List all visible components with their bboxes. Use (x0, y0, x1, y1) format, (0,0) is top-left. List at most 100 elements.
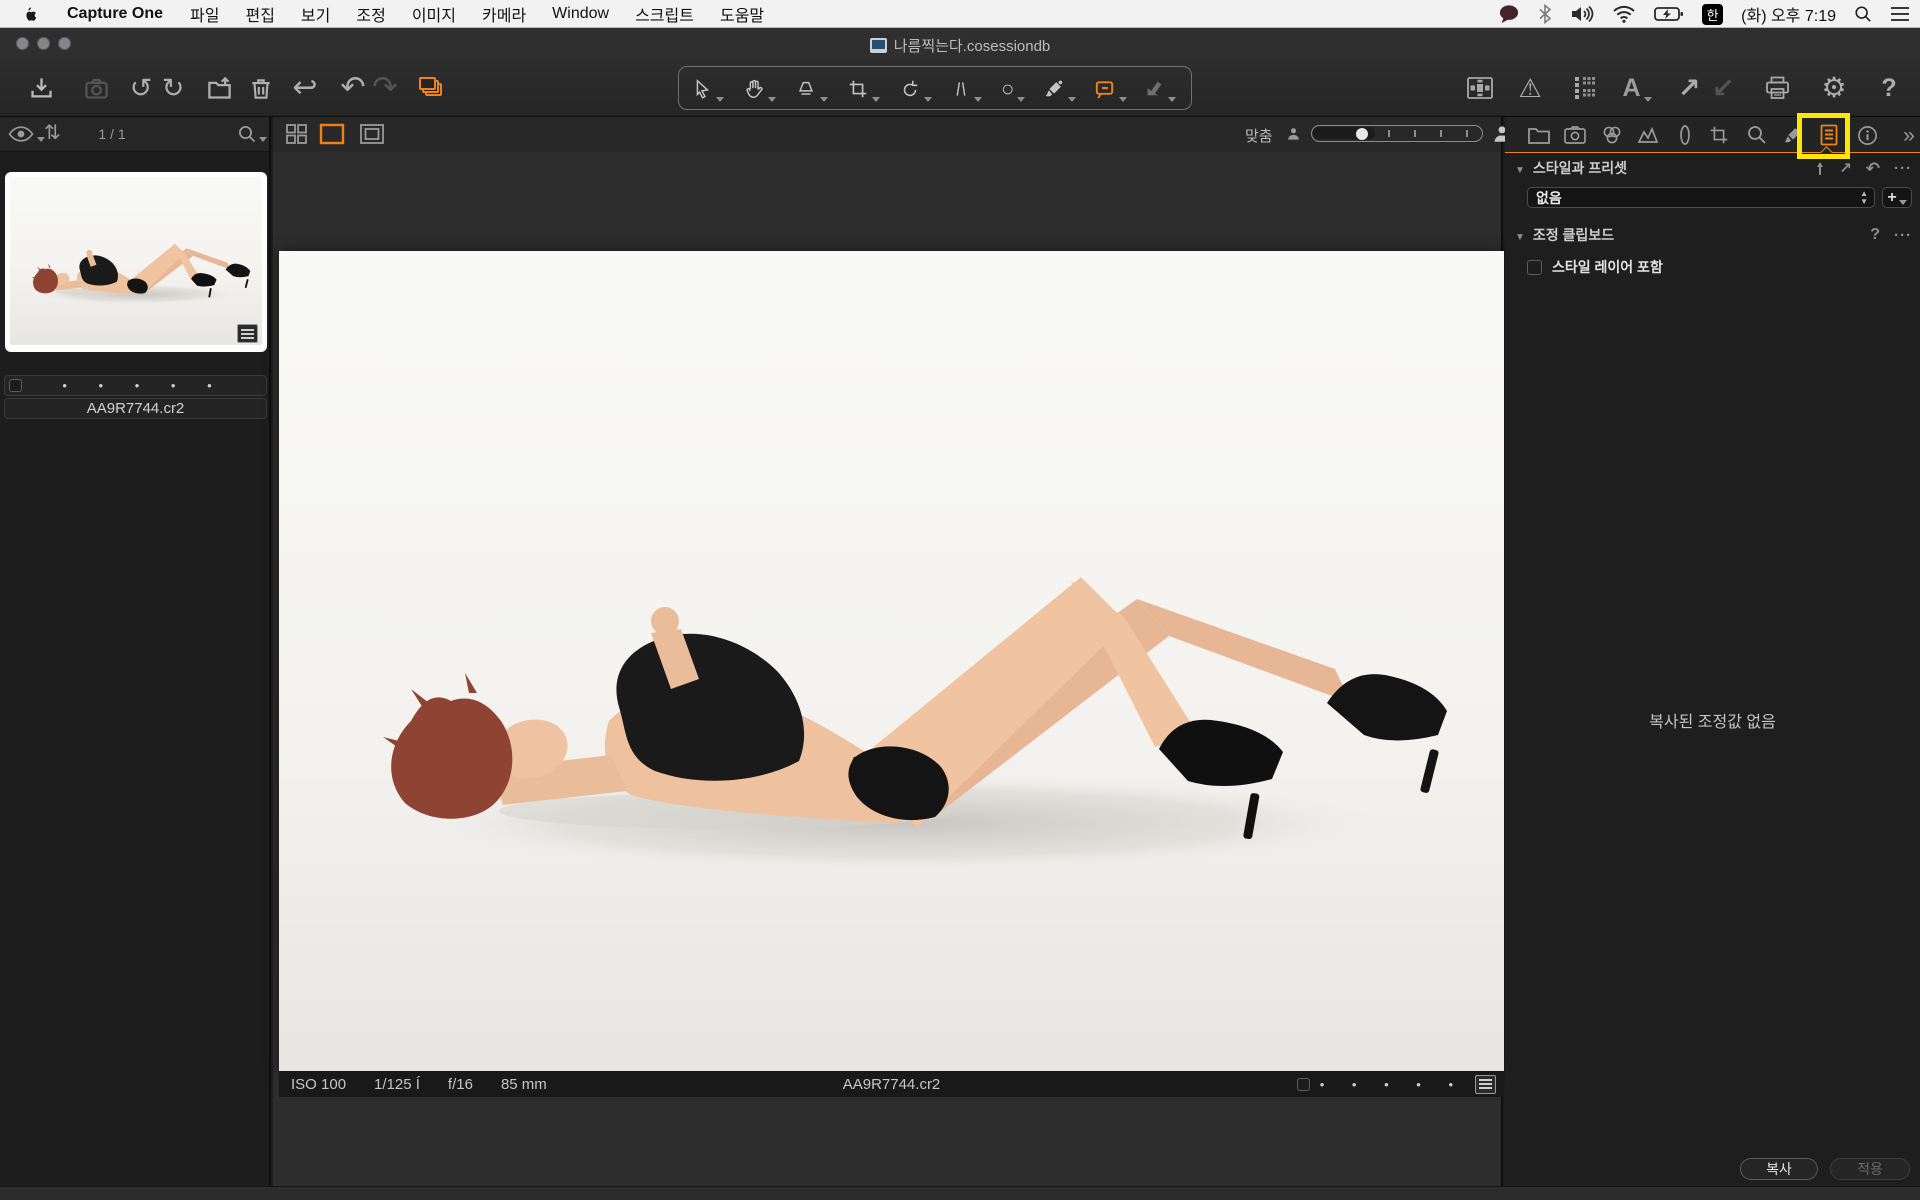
select-tool[interactable] (691, 74, 731, 104)
menu-window[interactable]: Window (539, 5, 622, 23)
menu-edit[interactable]: 편집 (232, 2, 287, 26)
spotlight-search-icon[interactable] (1854, 5, 1872, 23)
menu-image[interactable]: 이미지 (399, 2, 469, 26)
annotation-tool-active[interactable] (1093, 74, 1133, 104)
tool-dropdown-caret[interactable] (820, 97, 828, 102)
tool-dropdown-caret[interactable] (716, 97, 724, 102)
draw-arrow-tool[interactable] (1143, 74, 1183, 104)
tool-dropdown-caret[interactable] (924, 97, 932, 102)
text-dropdown-caret[interactable] (1644, 97, 1652, 102)
rotate-cw-icon[interactable]: ↻ (156, 72, 190, 104)
preset-dropdown[interactable]: 없음 ▲▼ (1527, 187, 1875, 208)
filter-eye-icon[interactable] (8, 125, 34, 143)
volume-icon[interactable] (1570, 4, 1594, 24)
help-icon[interactable]: ? (1872, 72, 1906, 104)
crop-tool[interactable] (847, 74, 887, 104)
menu-view[interactable]: 보기 (288, 2, 343, 26)
input-source-badge[interactable]: 한 (1702, 4, 1723, 25)
viewer-rating-dots[interactable]: • • • • • (1320, 1077, 1465, 1092)
zoom-fit-label[interactable]: 맞춤 (1245, 125, 1273, 146)
viewer-layout-icon[interactable] (1463, 72, 1497, 104)
menu-camera[interactable]: 카메라 (469, 2, 539, 26)
warning-overlay-icon[interactable]: ⚠ (1513, 72, 1547, 104)
tab-library-folder-icon[interactable] (1525, 123, 1553, 147)
bluetooth-icon[interactable] (1538, 4, 1552, 24)
import-images-icon[interactable] (24, 72, 58, 104)
tab-lens-icon[interactable] (1671, 123, 1699, 147)
search-caret[interactable] (259, 137, 267, 142)
tool-dropdown-caret[interactable] (1168, 97, 1176, 102)
tool-dropdown-caret[interactable] (768, 97, 776, 102)
adjustments-clipboard-header[interactable]: ▼조정 클립보드 ? ··· (1505, 225, 1920, 247)
tab-metadata-info-icon[interactable] (1853, 123, 1881, 147)
menu-clock[interactable]: (화) 오후 7:19 (1741, 2, 1836, 26)
import-arrow-icon[interactable]: ↙ (1706, 72, 1740, 104)
chat-app-icon[interactable] (1498, 4, 1520, 24)
notification-center-icon[interactable] (1890, 6, 1910, 22)
pin-tool-icon[interactable] (1815, 162, 1825, 176)
keystone-tool[interactable] (951, 74, 991, 104)
add-style-button[interactable]: + (1882, 187, 1912, 208)
reset-adjustments-icon[interactable]: ↩ (288, 72, 322, 104)
tab-capture-camera-icon[interactable] (1561, 123, 1589, 147)
zoom-slider-knob[interactable] (1356, 128, 1368, 140)
tool-dropdown-caret[interactable] (872, 97, 880, 102)
styles-presets-header[interactable]: ▼스타일과 프리셋 ↗ ↶ ··· (1505, 158, 1920, 180)
single-view-active-icon[interactable] (319, 123, 345, 145)
clipboard-help-icon[interactable]: ? (1870, 227, 1880, 243)
spot-brush-tool[interactable] (1043, 74, 1083, 104)
viewer-checkbox[interactable] (1297, 1078, 1310, 1091)
zoom-slider[interactable] (1311, 125, 1483, 142)
thumbnail-checkbox[interactable] (9, 379, 22, 392)
menu-scripts[interactable]: 스크립트 (622, 2, 707, 26)
redo-icon[interactable]: ↷ (368, 72, 402, 104)
reset-section-icon[interactable]: ↶ (1866, 160, 1880, 177)
annotations-text-icon[interactable]: A (1620, 72, 1654, 104)
print-icon[interactable] (1760, 72, 1794, 104)
expand-panel-icon[interactable]: ↗ (1839, 161, 1852, 176)
tabs-overflow-chevrons[interactable]: » (1895, 123, 1920, 147)
disclosure-triangle-icon[interactable]: ▼ (1515, 165, 1525, 176)
undo-icon[interactable]: ↶ (336, 72, 370, 104)
tab-color-icon[interactable] (1598, 123, 1626, 147)
main-photo[interactable] (279, 251, 1504, 1071)
copy-adjustments-button[interactable]: 복사 (1740, 1158, 1818, 1180)
export-folder-icon[interactable] (202, 72, 236, 104)
pan-hand-tool[interactable] (743, 74, 783, 104)
ellipse-tool[interactable]: ○ (1001, 74, 1041, 104)
menu-adjust[interactable]: 조정 (343, 2, 398, 26)
multi-view-icon[interactable] (285, 123, 309, 145)
trash-icon[interactable] (244, 72, 278, 104)
rotate-tool[interactable] (899, 74, 939, 104)
include-style-layers-checkbox[interactable] (1527, 260, 1542, 275)
disclosure-triangle-icon[interactable]: ▼ (1515, 232, 1525, 243)
browser-search-icon[interactable] (237, 124, 257, 144)
menu-help[interactable]: 도움말 (707, 2, 777, 26)
thumbnail-filename[interactable]: AA9R7744.cr2 (4, 398, 267, 419)
apply-adjustments-button[interactable]: 적용 (1830, 1158, 1910, 1180)
apple-menu-icon[interactable] (0, 4, 53, 24)
rotate-ccw-icon[interactable]: ↺ (124, 72, 158, 104)
section-more-icon[interactable]: ··· (1894, 161, 1912, 176)
section-more-icon[interactable]: ··· (1894, 228, 1912, 243)
thumbnail-selected[interactable] (5, 172, 267, 352)
rating-dots[interactable]: • • • • • (22, 378, 266, 393)
menu-app-name[interactable]: Capture One (53, 5, 177, 23)
tool-dropdown-caret[interactable] (1119, 97, 1127, 102)
tab-crop-icon[interactable] (1705, 123, 1733, 147)
sort-order-icon[interactable]: ⇅ (44, 123, 61, 143)
loupe-tool[interactable] (795, 74, 835, 104)
capture-camera-icon[interactable] (79, 72, 113, 104)
proof-margin-icon[interactable] (359, 123, 385, 145)
tab-exposure-curve-icon[interactable] (1635, 123, 1663, 147)
focus-grid-icon[interactable] (1568, 72, 1602, 104)
menu-file[interactable]: 파일 (177, 2, 232, 26)
tool-dropdown-caret[interactable] (1068, 97, 1076, 102)
tool-dropdown-caret[interactable] (1017, 97, 1025, 102)
tool-dropdown-caret[interactable] (974, 97, 982, 102)
settings-gear-icon[interactable]: ⚙ (1817, 72, 1851, 104)
copy-adjustments-stack-icon[interactable] (415, 72, 449, 104)
tab-details-magnifier-icon[interactable] (1743, 123, 1771, 147)
export-arrow-icon[interactable]: ↗ (1672, 72, 1706, 104)
wifi-icon[interactable] (1612, 4, 1636, 24)
